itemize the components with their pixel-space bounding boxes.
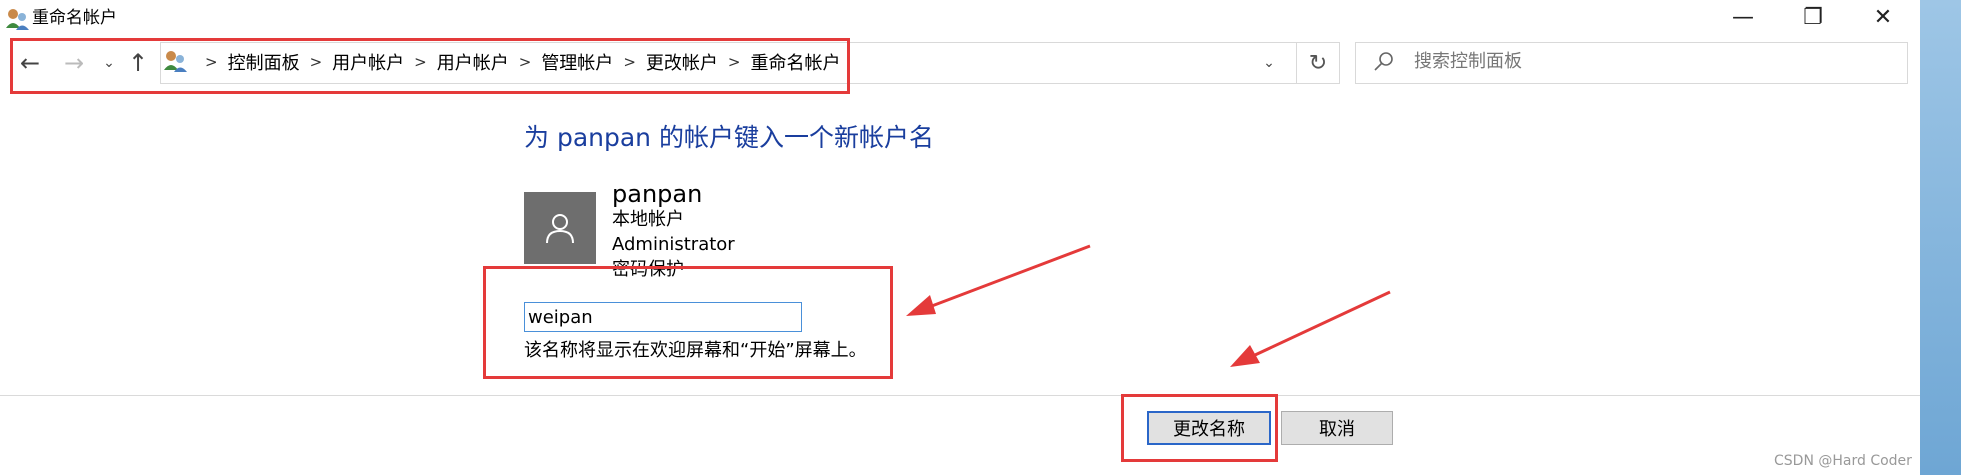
refresh-button[interactable]: ↻ [1296,42,1340,84]
divider [0,395,1920,396]
breadcrumb-item[interactable]: 控制面板 [228,49,300,75]
breadcrumb-chevron-icon[interactable]: > [414,53,427,71]
breadcrumb-chevron-icon[interactable]: > [623,53,636,71]
breadcrumb-chevron-icon[interactable]: > [205,53,218,71]
name-hint: 该名称将显示在欢迎屏幕和“开始”屏幕上。 [524,340,867,361]
annotation-arrowhead [1230,345,1260,367]
breadcrumb: > 控制面板 > 用户帐户 > 用户帐户 > 管理帐户 > 更改帐户 > 重命名… [195,48,840,76]
breadcrumb-item[interactable]: 用户帐户 [437,49,509,75]
address-dropdown-button[interactable]: ⌄ [1252,46,1286,80]
annotation-arrowhead [906,295,936,316]
breadcrumb-item[interactable]: 管理帐户 [541,49,613,75]
breadcrumb-chevron-icon[interactable]: > [519,53,532,71]
cancel-button[interactable]: 取消 [1281,411,1393,445]
search-icon [1374,52,1393,71]
rename-button[interactable]: 更改名称 [1147,411,1271,445]
user-name: panpan [612,180,703,208]
breadcrumb-item[interactable]: 重命名帐户 [750,49,840,75]
annotation-arrows [906,244,1391,367]
watermark: CSDN @Hard Coder [1774,453,1912,469]
window-title: 重命名帐户 [32,8,117,28]
up-button[interactable]: ↑ [120,46,156,80]
breadcrumb-item[interactable]: 用户帐户 [332,49,404,75]
breadcrumb-chevron-icon[interactable]: > [310,53,323,71]
forward-button[interactable]: → [56,46,92,80]
new-account-name-field[interactable] [524,302,802,332]
user-accounts-icon [164,51,187,72]
password-status: 密码保护 [612,259,684,280]
desktop-background-strip [1920,0,1961,475]
annotation-arrow [915,244,1091,314]
avatar [524,192,596,264]
account-type: 本地帐户 [612,209,684,230]
search-placeholder: 搜索控制面板 [1414,51,1522,72]
page-title: 为 panpan 的帐户键入一个新帐户名 [524,123,934,152]
breadcrumb-item[interactable]: 更改帐户 [646,49,718,75]
breadcrumb-chevron-icon[interactable]: > [728,53,741,71]
minimize-button[interactable]: — [1713,0,1773,34]
annotation-arrow [1239,290,1391,364]
restore-button[interactable]: ❐ [1783,0,1843,34]
user-icon [546,214,574,244]
user-accounts-icon [6,9,29,30]
close-button[interactable]: ✕ [1853,0,1913,34]
back-button[interactable]: ← [12,46,48,80]
account-role: Administrator [612,234,735,255]
